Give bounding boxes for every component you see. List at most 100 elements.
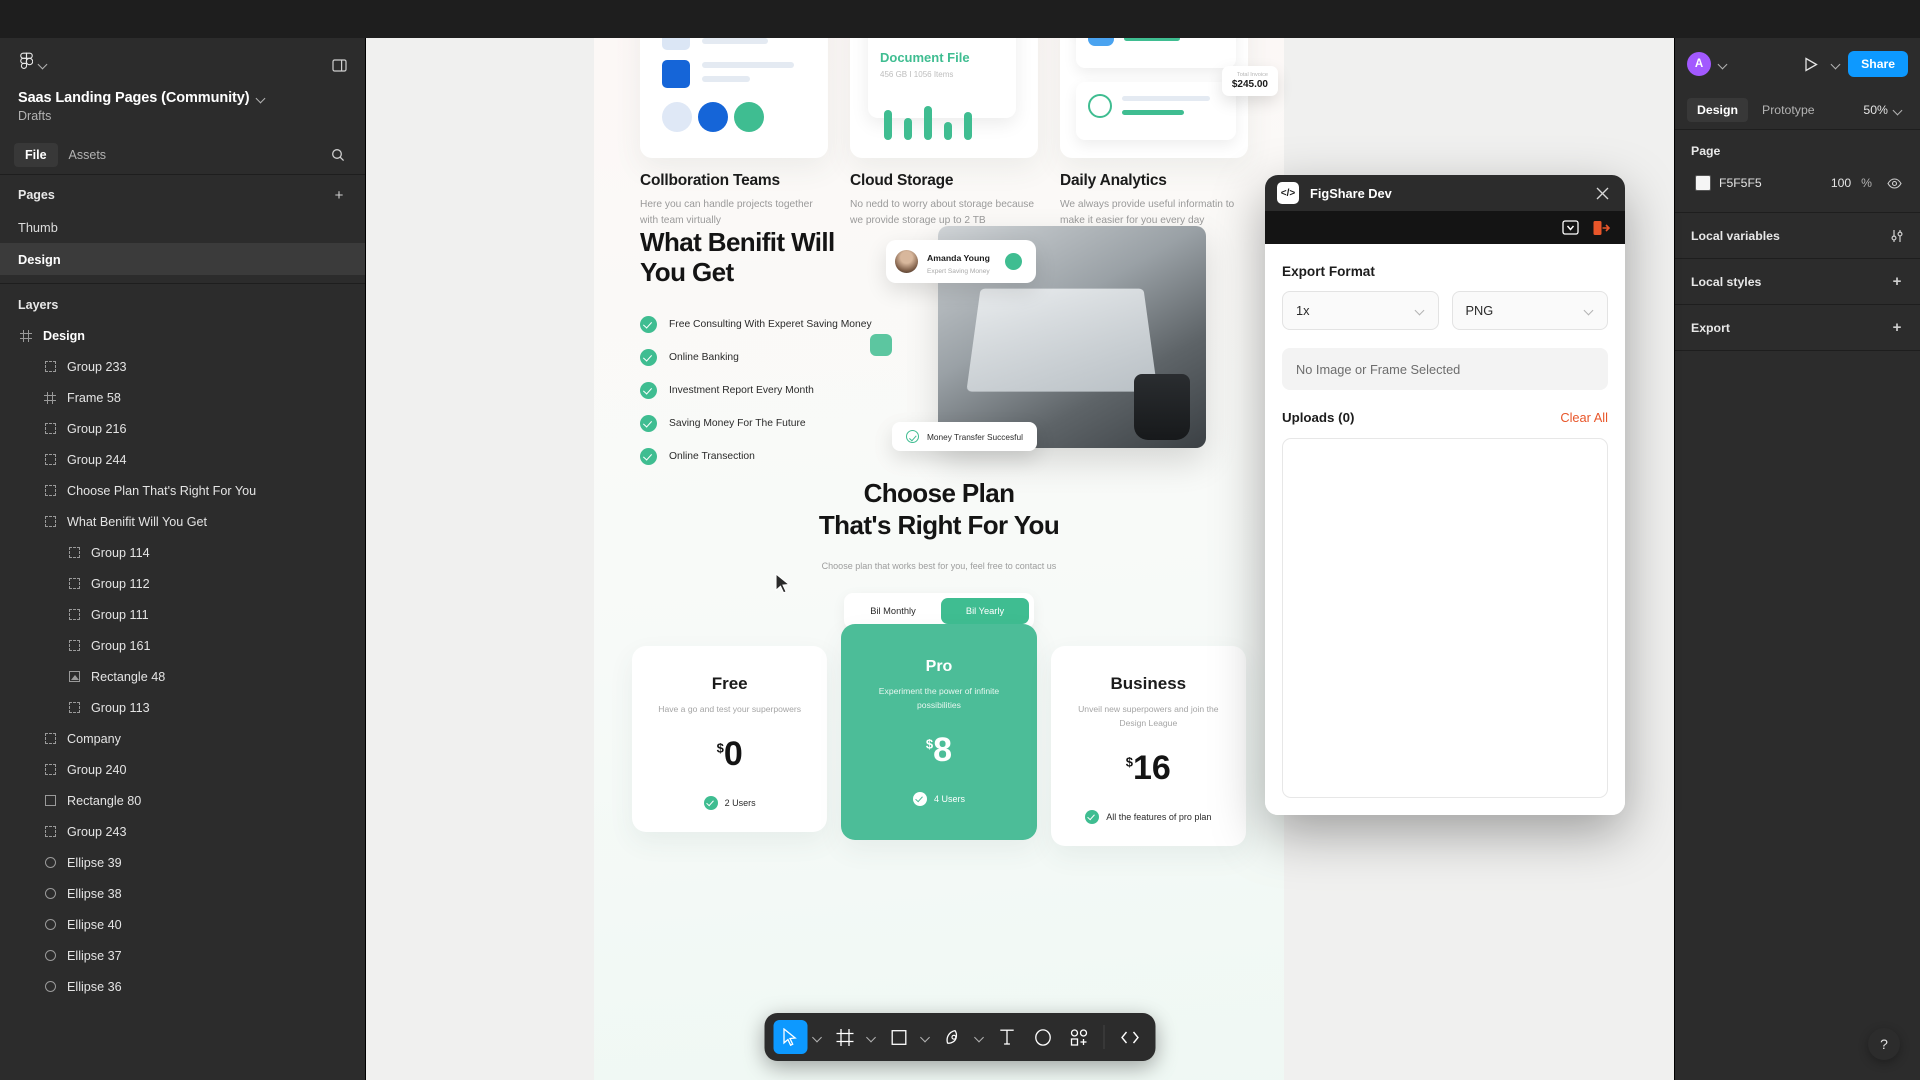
layer-row[interactable]: Group 114 — [0, 537, 365, 568]
layer-row[interactable]: Ellipse 37 — [0, 940, 365, 971]
frame-tool-chevron-icon[interactable] — [864, 1020, 880, 1054]
fill-opacity-value[interactable]: 100 — [1831, 176, 1851, 190]
layer-row[interactable]: Group 233 — [0, 351, 365, 382]
share-button[interactable]: Share — [1848, 51, 1908, 77]
tab-file[interactable]: File — [14, 142, 58, 167]
layer-row[interactable]: Company — [0, 723, 365, 754]
frame-tool[interactable] — [828, 1020, 862, 1054]
color-swatch[interactable] — [1695, 175, 1711, 191]
layer-label: Rectangle 80 — [67, 793, 142, 808]
image-icon — [66, 669, 82, 685]
plan-desc: Unveil new superpowers and join the Desi… — [1078, 704, 1219, 728]
page-item-thumb[interactable]: Thumb — [0, 211, 365, 243]
layer-row[interactable]: Group 216 — [0, 413, 365, 444]
plan-price: $8 — [857, 731, 1020, 770]
present-chevron-icon[interactable] — [1832, 60, 1840, 68]
components-tool[interactable] — [1062, 1020, 1096, 1054]
ellipse-icon — [42, 855, 58, 871]
rectangle-tool[interactable] — [882, 1020, 916, 1054]
pen-tool[interactable] — [936, 1020, 970, 1054]
move-tool-chevron-icon[interactable] — [810, 1020, 826, 1054]
layers-list[interactable]: Design Group 233 Frame 58 Group 216 Group 24… — [0, 320, 365, 1080]
window-download-icon[interactable] — [1559, 218, 1581, 238]
layer-row[interactable]: Group 240 — [0, 754, 365, 785]
layer-row[interactable]: Ellipse 38 — [0, 878, 365, 909]
layer-row[interactable]: Group 113 — [0, 692, 365, 723]
person-name: Amanda Young — [927, 253, 990, 263]
layer-row[interactable]: Choose Plan That's Right For You — [0, 475, 365, 506]
feature-card-collaboration[interactable]: Collboration Teams Here you can handle p… — [640, 38, 828, 229]
eye-icon[interactable] — [1884, 173, 1904, 193]
layer-row[interactable]: Rectangle 48 — [0, 661, 365, 692]
export-row[interactable]: Export + — [1675, 305, 1920, 351]
layer-label: Group 114 — [91, 545, 150, 560]
layer-row[interactable]: Ellipse 40 — [0, 909, 365, 940]
present-button[interactable] — [1798, 51, 1824, 77]
help-button[interactable]: ? — [1868, 1028, 1900, 1060]
uploads-dropzone[interactable] — [1282, 438, 1608, 798]
layer-label: Group 161 — [91, 638, 151, 653]
clear-all-button[interactable]: Clear All — [1560, 410, 1608, 425]
bill-yearly-option[interactable]: Bil Yearly — [941, 598, 1029, 625]
sliders-icon[interactable] — [1886, 225, 1908, 247]
pricing-card-business[interactable]: Business Unveil new superpowers and join… — [1050, 646, 1246, 846]
scale-select[interactable]: 1x — [1282, 291, 1439, 330]
format-select[interactable]: PNG — [1451, 291, 1608, 330]
avatar-chevron-icon[interactable] — [1719, 60, 1727, 68]
layer-row[interactable]: Group 161 — [0, 630, 365, 661]
bill-monthly-option[interactable]: Bil Monthly — [849, 598, 937, 624]
shape-tool[interactable] — [1026, 1020, 1060, 1054]
local-variables-row[interactable]: Local variables — [1675, 213, 1920, 259]
layer-row[interactable]: Design — [0, 320, 365, 351]
layer-row[interactable]: Group 244 — [0, 444, 365, 475]
plus-icon[interactable]: + — [1886, 271, 1908, 293]
add-page-button[interactable]: + — [329, 185, 349, 205]
layer-row[interactable]: Frame 58 — [0, 382, 365, 413]
plan-currency: $ — [1125, 754, 1134, 770]
file-menu-chevron-icon[interactable] — [257, 94, 265, 102]
rectangle-tool-chevron-icon[interactable] — [918, 1020, 934, 1054]
bottom-toolbar[interactable] — [764, 1013, 1156, 1061]
figma-main-menu-button[interactable] — [14, 47, 53, 81]
fill-hex-value[interactable]: F5F5F5 — [1719, 176, 1823, 190]
local-styles-row[interactable]: Local styles + — [1675, 259, 1920, 305]
page-fill-row[interactable]: F5F5F5 100 % — [1691, 168, 1908, 198]
group-icon — [42, 359, 58, 375]
text-tool[interactable] — [990, 1020, 1024, 1054]
tab-assets[interactable]: Assets — [58, 143, 118, 167]
dev-mode-tool[interactable] — [1113, 1020, 1147, 1054]
layer-row[interactable]: Group 111 — [0, 599, 365, 630]
pricing-card-free[interactable]: Free Have a go and test your superpowers… — [632, 646, 828, 832]
pricing-cards-row: Free Have a go and test your superpowers… — [632, 624, 1246, 846]
benefit-item-label: Online Banking — [669, 351, 739, 363]
layer-row[interactable]: Ellipse 36 — [0, 971, 365, 1002]
layer-row[interactable]: Ellipse 39 — [0, 847, 365, 878]
avatar[interactable]: A — [1687, 52, 1711, 76]
close-icon[interactable] — [1591, 182, 1613, 204]
tab-prototype[interactable]: Prototype — [1752, 98, 1825, 122]
feature-card-analytics[interactable]: Daily Analytics We always provide useful… — [1060, 38, 1248, 229]
feature-title: Collboration Teams — [640, 172, 780, 189]
plus-icon[interactable]: + — [1886, 317, 1908, 339]
layer-row[interactable]: What Benifit Will You Get — [0, 506, 365, 537]
layer-row[interactable]: Group 243 — [0, 816, 365, 847]
artboard-design[interactable]: Collboration Teams Here you can handle p… — [594, 38, 1284, 1080]
layer-label: Choose Plan That's Right For You — [67, 483, 257, 498]
transfer-toast: Money Transfer Succesful — [892, 422, 1037, 451]
pen-tool-chevron-icon[interactable] — [972, 1020, 988, 1054]
plan-price: $16 — [1067, 749, 1230, 788]
move-tool[interactable] — [773, 1020, 808, 1054]
figshare-dev-plugin-dialog[interactable]: </> FigShare Dev Export Format 1x PNG No… — [1265, 175, 1625, 815]
page-item-design[interactable]: Design — [0, 243, 365, 275]
tab-design[interactable]: Design — [1687, 97, 1748, 122]
layer-label: Group 240 — [67, 762, 127, 777]
logout-icon[interactable] — [1590, 218, 1612, 238]
toggle-left-panel-button[interactable] — [327, 53, 351, 77]
search-icon[interactable] — [327, 144, 349, 166]
zoom-control[interactable]: 50% — [1857, 99, 1908, 121]
pricing-card-pro[interactable]: Pro Experiment the power of infinite pos… — [841, 624, 1037, 840]
layer-row[interactable]: Group 112 — [0, 568, 365, 599]
layer-row[interactable]: Rectangle 80 — [0, 785, 365, 816]
feature-card-storage[interactable]: Document File 456 GB I 1056 Items Cloud … — [850, 38, 1038, 229]
chevron-down-icon — [39, 60, 47, 68]
